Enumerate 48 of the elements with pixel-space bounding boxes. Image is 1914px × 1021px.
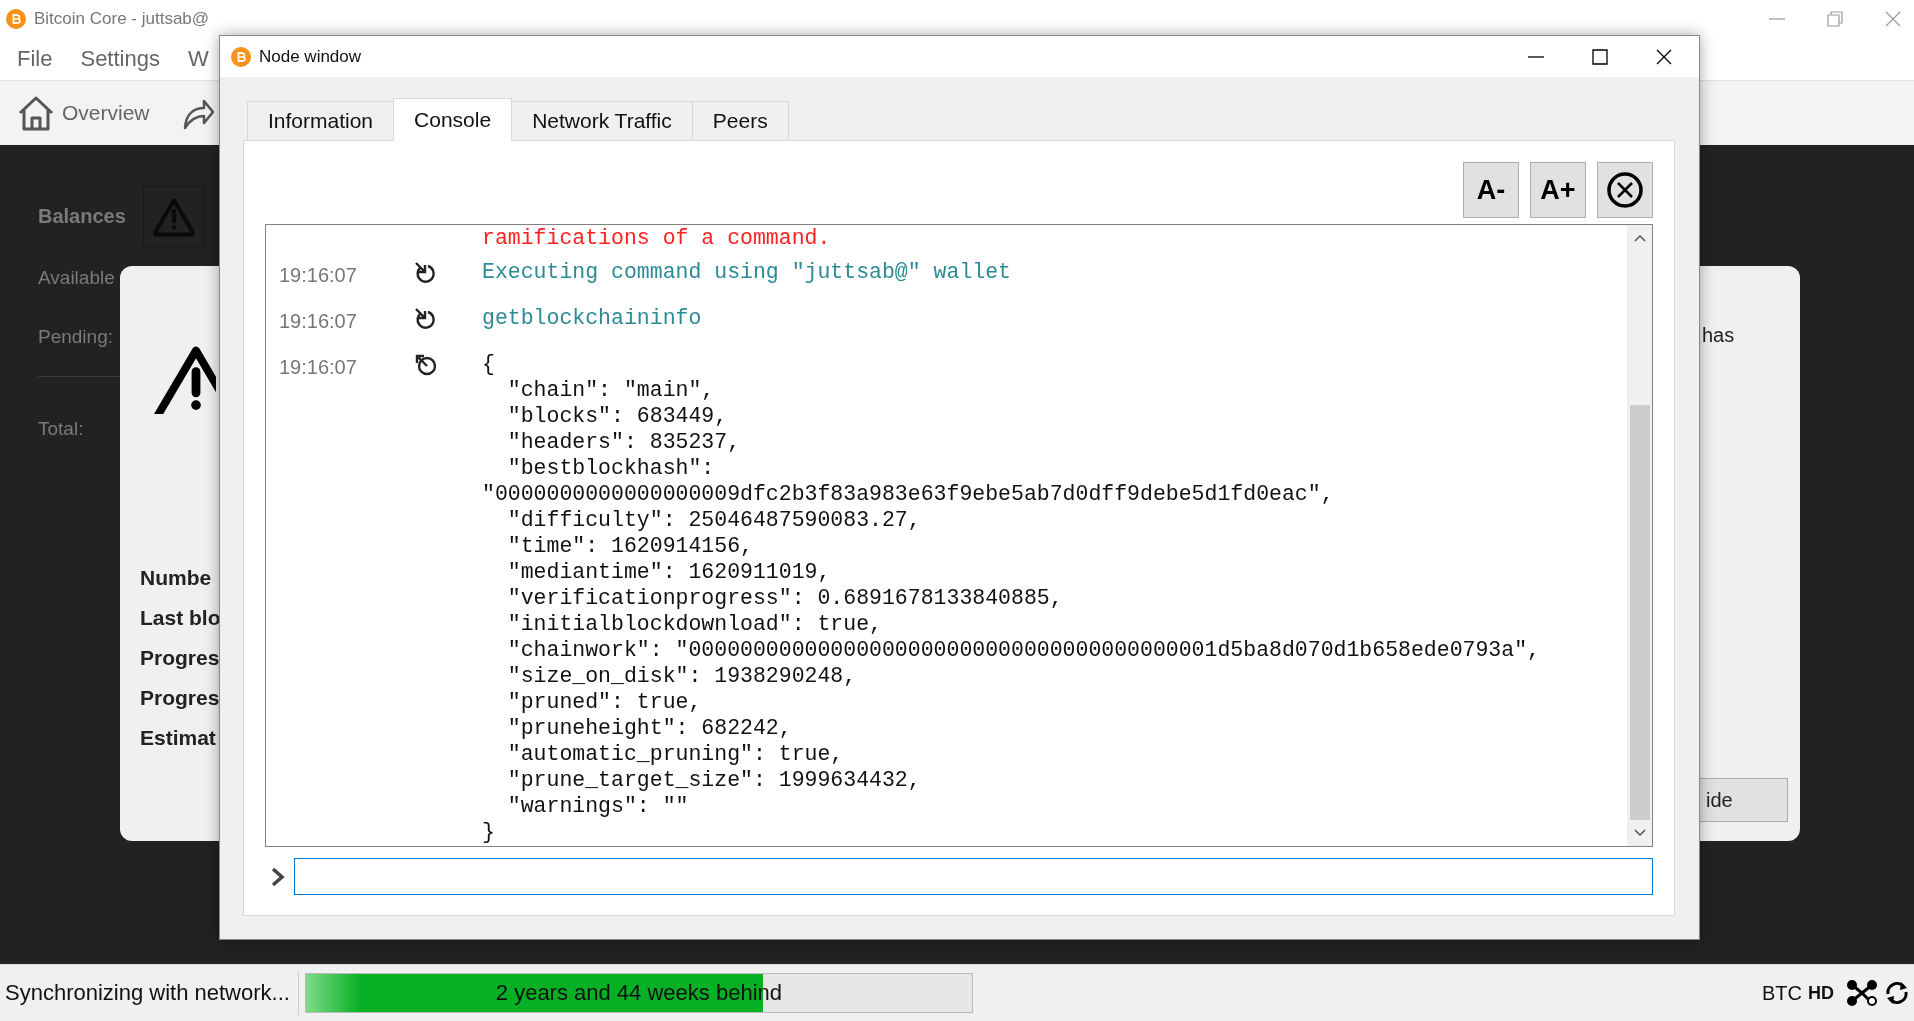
overview-tab[interactable]: Overview <box>16 93 150 133</box>
console-message: ramifications of a command. <box>482 225 831 251</box>
hd-label: HD <box>1808 982 1834 1004</box>
menu-item[interactable]: Settings <box>80 46 160 72</box>
bitcoin-logo-icon <box>6 9 26 29</box>
info-label: Numbe <box>140 566 213 591</box>
prompt-icon <box>270 865 286 888</box>
unit-label[interactable]: BTC <box>1762 981 1802 1005</box>
incoming-arrow-icon <box>414 307 438 331</box>
bitcoin-logo-icon <box>231 46 251 67</box>
font-size-button[interactable]: A+ <box>1530 162 1586 218</box>
info-label: Progres <box>140 686 221 711</box>
incoming-arrow-icon <box>414 261 438 285</box>
status-text: Synchronizing with network... <box>0 971 299 1015</box>
clear-icon <box>1606 171 1644 209</box>
info-label: Estimat <box>140 726 217 751</box>
clear-button[interactable] <box>1597 162 1653 218</box>
info-label: Last blo <box>140 606 221 631</box>
console-message: { "chain": "main", "blocks": 683449, "headers": 835237, "bestblockhash": "0000000000000000009dfc2b3f83a983e63f9ebe5ab7d0dff9debe5d1fd0eac", "difficulty": 25046487590083.27, "time": 1620914156, "mediantime": 1620911019, "verificationprogress": 0.6891678133840885, "initialblockdownload": true, "chainwork": "00000000000000000000000000000000000000001d5ba8d070d1b658ede0793a", "size_on_disk": 1938290248, "pruned": true, "pruneheight": 682242, "automatic_pruning": true, "prune_target_size": 1999634432, "warnings": "" } <box>482 351 1540 845</box>
scrollbar[interactable] <box>1627 225 1652 846</box>
scroll-down-icon[interactable] <box>1632 828 1647 838</box>
balance-label: Available <box>38 266 115 289</box>
window-title: Bitcoin Core - juttsab@ <box>34 9 210 29</box>
menu-item[interactable]: File <box>17 46 53 72</box>
command-input[interactable] <box>294 858 1653 895</box>
close-icon[interactable] <box>1655 47 1673 66</box>
balance-label: Pending: <box>38 325 113 348</box>
dialog-text: has <box>1702 324 1735 347</box>
network-icon[interactable] <box>1846 978 1878 1008</box>
window-title: Node window <box>259 46 362 67</box>
console-message: getblockchaininfo <box>482 305 702 331</box>
balance-label: Total: <box>38 417 84 440</box>
sync-icon <box>1884 980 1910 1006</box>
menu-item[interactable]: W <box>187 46 209 72</box>
font-size-button[interactable]: A- <box>1463 162 1519 218</box>
tab[interactable]: Peers <box>691 101 789 140</box>
maximize-icon[interactable] <box>1591 47 1609 66</box>
info-label: Progres <box>140 646 221 671</box>
timestamp: 19:16:07 <box>279 356 357 378</box>
timestamp: 19:16:07 <box>279 264 357 286</box>
section-title: Balances <box>38 205 126 228</box>
tab[interactable]: Console <box>393 98 513 141</box>
tab[interactable]: Information <box>247 101 395 140</box>
scroll-thumb[interactable] <box>1629 405 1650 820</box>
timestamp: 19:16:07 <box>279 310 357 332</box>
scroll-up-icon[interactable] <box>1632 233 1647 243</box>
console-message: Executing command using "juttsab@" wallet <box>482 259 1011 285</box>
hide-button[interactable]: ide <box>1700 778 1788 822</box>
